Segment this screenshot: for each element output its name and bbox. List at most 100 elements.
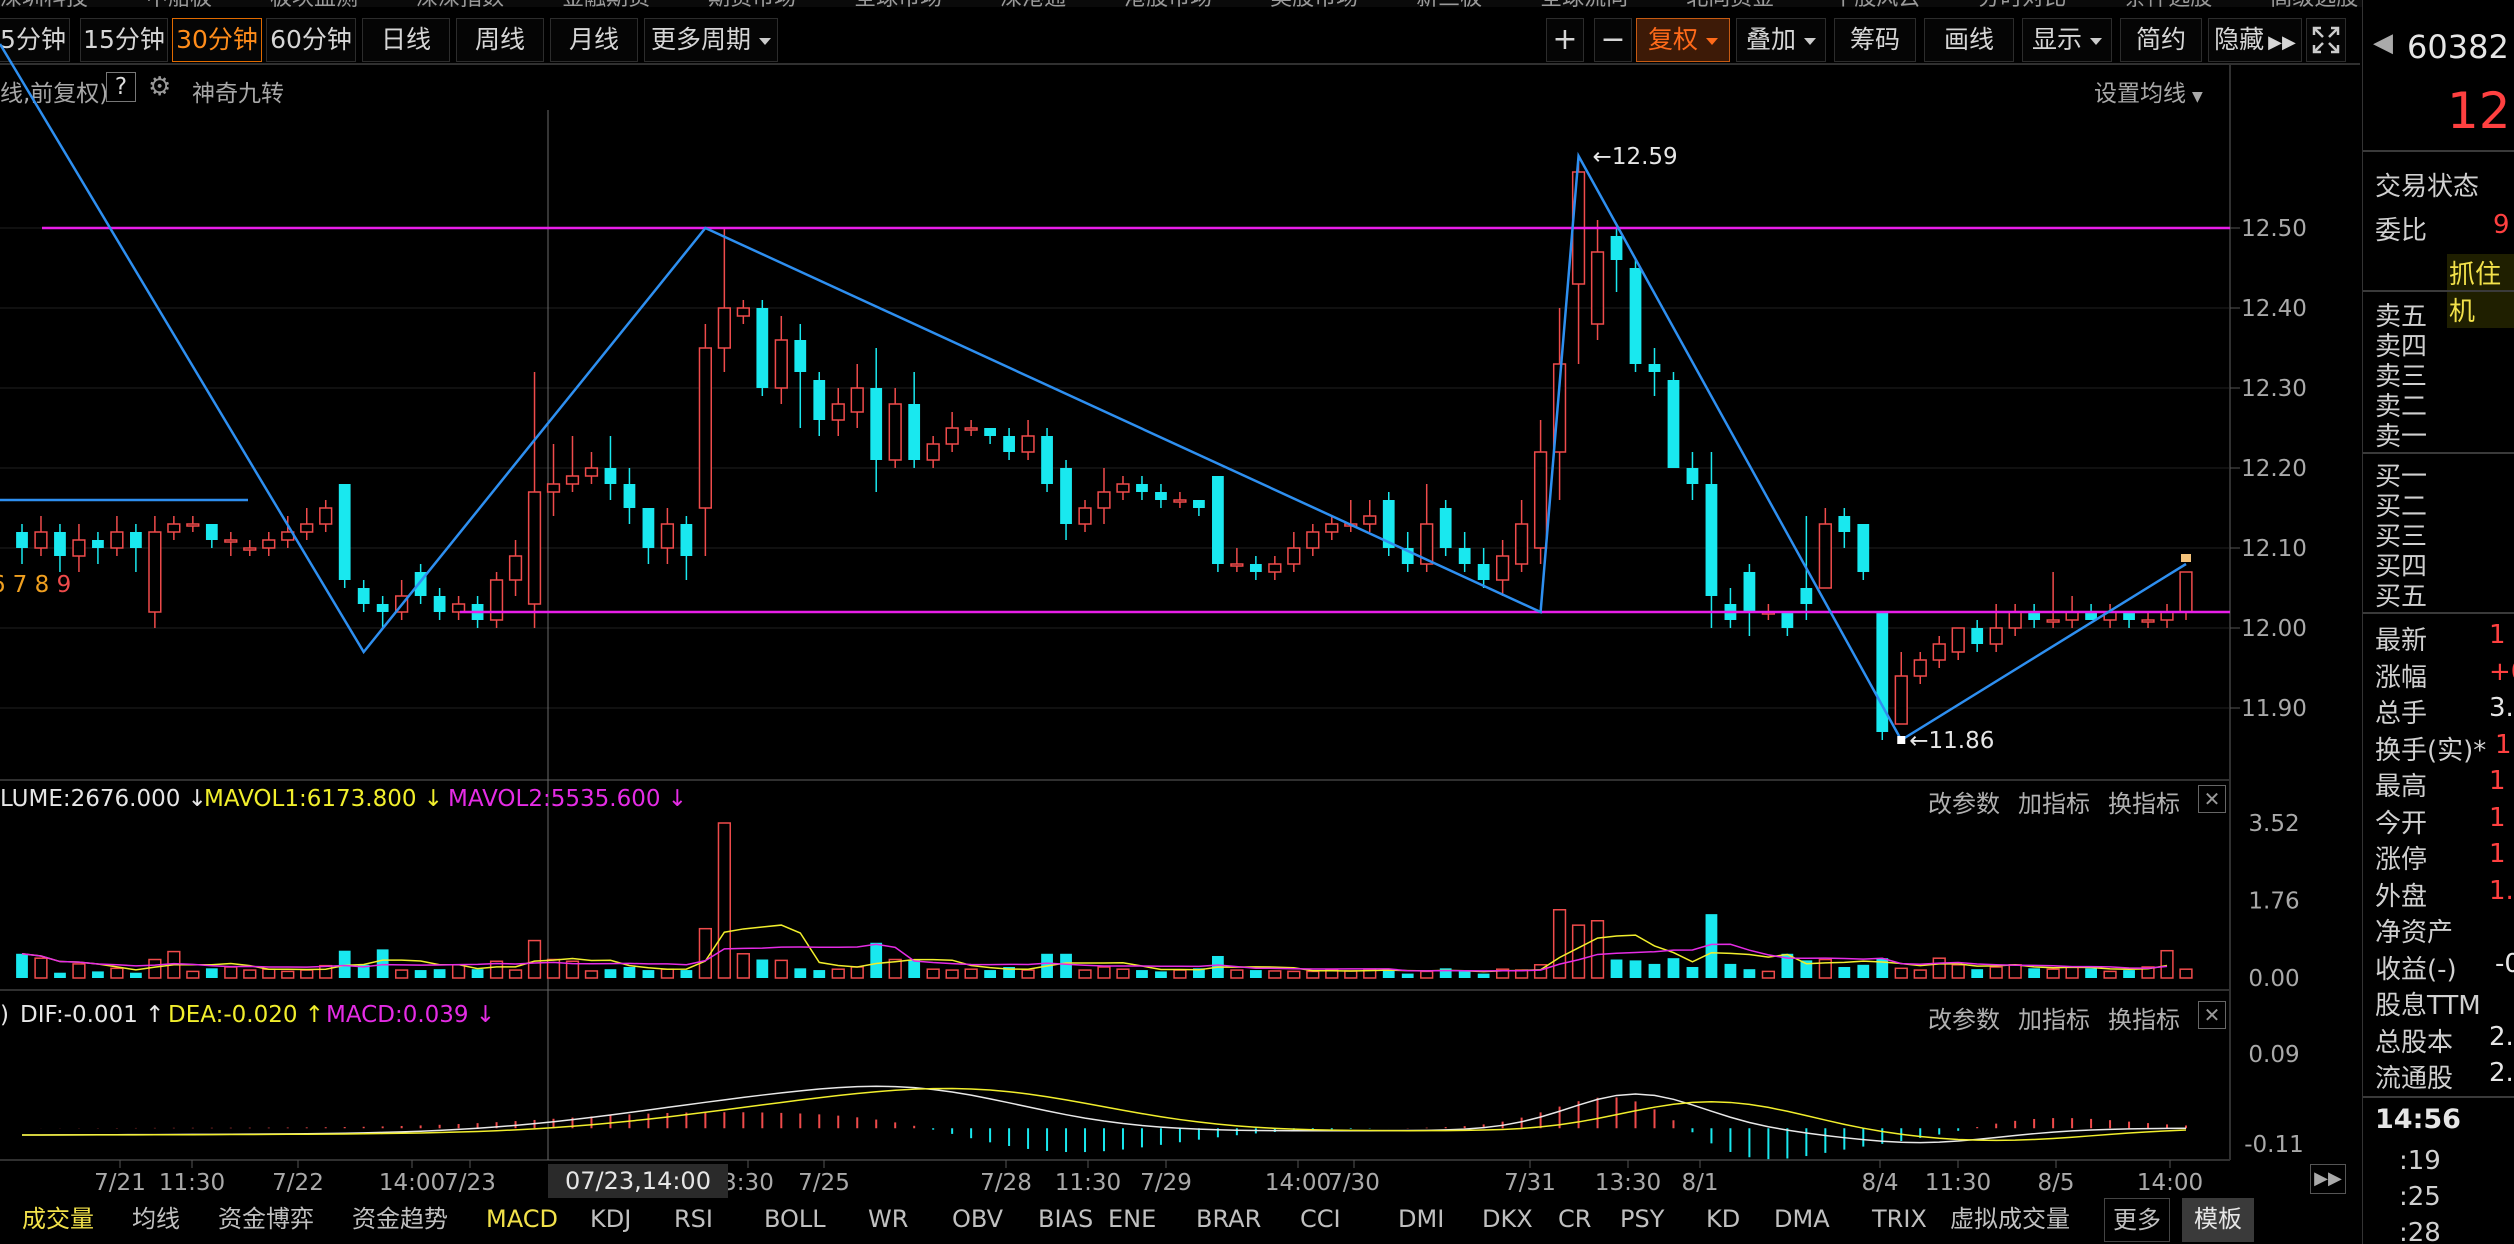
price-axis-label: 12.00 <box>2241 616 2307 642</box>
candle-body-down <box>1800 588 1813 604</box>
candle-body-down <box>1838 516 1851 532</box>
candle-body-down <box>1041 436 1053 484</box>
volume-bar-up <box>2160 949 2174 979</box>
stat-label: 收益(-) <box>2375 954 2457 985</box>
indicator-tab[interactable]: 模板 <box>2182 1198 2254 1242</box>
time-axis-label: 3:30 <box>722 1170 774 1196</box>
candle-body-up <box>945 427 959 445</box>
indicator-tab[interactable]: 成交量 <box>22 1198 94 1242</box>
candle-body-up <box>186 523 200 527</box>
volume-bar-up <box>34 957 48 979</box>
candle-body-up <box>1818 523 1832 589</box>
candle-body-down <box>1629 268 1642 364</box>
volume-bar-up <box>1287 970 1301 979</box>
candle-body-down <box>376 604 389 612</box>
trade-status-label: 交易状态 <box>2375 172 2480 202</box>
indicator-tab[interactable]: BIAS <box>1038 1198 1093 1242</box>
indicator-tab[interactable]: OBV <box>952 1198 1003 1242</box>
sidebar-collapse-icon[interactable]: ◀ <box>2373 28 2393 58</box>
scroll-right-button[interactable]: ▶▶ <box>2310 1164 2346 1194</box>
volume-bar-up <box>1571 924 1586 979</box>
main-chart[interactable]: ←12.59←11.866789 12.5012.4012.3012.2012.… <box>0 0 2360 1244</box>
stat-label: 最高 <box>2375 772 2428 802</box>
candle-body-down <box>205 524 218 540</box>
volume-bar-up <box>2065 966 2079 979</box>
volume-switch-indicator-button[interactable]: 换指标 <box>2108 784 2180 819</box>
indicator-tab[interactable]: 均线 <box>132 1198 180 1242</box>
indicator-tab-bar: 成交量 均线 资金博弈 资金趋势 MACD KDJ RSI BOLL WR OBV BIAS ENE B… <box>0 1198 2340 1244</box>
volume-axis-label: 1.76 <box>2248 889 2299 915</box>
volume-bar-down <box>908 959 921 978</box>
indicator-tab[interactable]: KDJ <box>590 1198 631 1242</box>
volume-bar-up <box>1913 969 1927 979</box>
volume-params-button[interactable]: 改参数 <box>1928 784 2000 819</box>
macd-add-indicator-button[interactable]: 加指标 <box>2018 1000 2090 1035</box>
candle-body-down <box>338 484 351 580</box>
volume-bar-down <box>1857 964 1870 978</box>
volume-bar-down <box>1060 953 1072 978</box>
indicator-tab[interactable]: DKX <box>1482 1198 1533 1242</box>
volume-bar-up <box>1097 966 1111 979</box>
indicator-tab[interactable]: 更多 <box>2104 1198 2170 1242</box>
volume-bar-up <box>660 968 675 979</box>
candle-body-up <box>1913 659 1927 677</box>
macd-params-button[interactable]: 改参数 <box>1928 1000 2000 1035</box>
stock-price: 12. <box>2447 82 2514 140</box>
indicator-tab[interactable]: TRIX <box>1872 1198 1927 1242</box>
volume-bar-up <box>717 822 731 979</box>
volume-bar-up <box>831 968 845 979</box>
indicator-tab[interactable]: 资金趋势 <box>352 1198 448 1242</box>
indicator-tab[interactable]: BOLL <box>764 1198 826 1242</box>
nine-turn-digit: 7 <box>13 572 28 598</box>
volume-bar-down <box>205 968 218 978</box>
stat-value: 2.5 <box>2489 1021 2514 1052</box>
indicator-tab[interactable]: ENE <box>1108 1198 1156 1242</box>
volume-bar-down <box>2085 968 2097 978</box>
volume-bar-up <box>1116 968 1130 979</box>
candle-body-up <box>300 523 314 533</box>
volume-bar-down <box>1648 963 1661 978</box>
macd-close-icon[interactable]: ✕ <box>2198 1001 2226 1029</box>
stat-label: 股息TTM <box>2375 991 2481 1021</box>
volume-bar-up <box>262 968 276 979</box>
volume-bar-down <box>1155 971 1167 978</box>
indicator-tab[interactable]: CCI <box>1300 1198 1341 1242</box>
indicator-tab[interactable]: RSI <box>674 1198 713 1242</box>
indicator-tab[interactable]: CR <box>1558 1198 1591 1242</box>
candle-body-down <box>870 388 883 460</box>
candle-body-up <box>964 427 978 431</box>
low-annotation-label: ←11.86 <box>1909 728 1994 754</box>
candle-body-down <box>680 524 693 556</box>
candle-body-down <box>1060 468 1072 524</box>
time-axis-label: 7/30 <box>1328 1170 1380 1196</box>
indicator-tab[interactable]: PSY <box>1620 1198 1664 1242</box>
volume-bar-up <box>945 969 959 979</box>
volume-bar-down <box>680 970 693 978</box>
indicator-tab[interactable]: DMA <box>1774 1198 1830 1242</box>
volume-close-icon[interactable]: ✕ <box>2198 785 2226 813</box>
indicator-tab[interactable]: BRAR <box>1196 1198 1261 1242</box>
indicator-tab[interactable]: WR <box>868 1198 908 1242</box>
time-axis-label: 7/28 <box>980 1170 1032 1196</box>
volume-bar-down <box>1477 973 1490 978</box>
candle-body-up <box>262 539 276 549</box>
macd-switch-indicator-button[interactable]: 换指标 <box>2108 1000 2180 1035</box>
candle-body-down <box>1610 236 1623 260</box>
volume-add-indicator-button[interactable]: 加指标 <box>2018 784 2090 819</box>
indicator-tab[interactable]: MACD <box>486 1198 558 1242</box>
candle-body-down <box>623 484 636 508</box>
stat-value: 2.5 <box>2489 1058 2514 1088</box>
indicator-tab[interactable]: 资金博弈 <box>218 1198 314 1242</box>
indicator-tab[interactable]: DMI <box>1398 1198 1444 1242</box>
candle-body-down <box>1705 484 1718 596</box>
indicator-tab[interactable]: 虚拟成交量 <box>1950 1198 2070 1242</box>
indicator-tab[interactable]: KD <box>1706 1198 1740 1242</box>
nine-turn-digit: 6 <box>0 572 5 598</box>
candle-body-down <box>1477 564 1490 580</box>
zigzag-line <box>0 43 2187 742</box>
candle-body-up <box>888 403 902 461</box>
volume-bar-up <box>698 927 713 979</box>
volume-bar-down <box>813 970 826 978</box>
time-axis-label: 7/22 <box>272 1170 324 1196</box>
stat-value: 1 <box>2495 729 2512 760</box>
